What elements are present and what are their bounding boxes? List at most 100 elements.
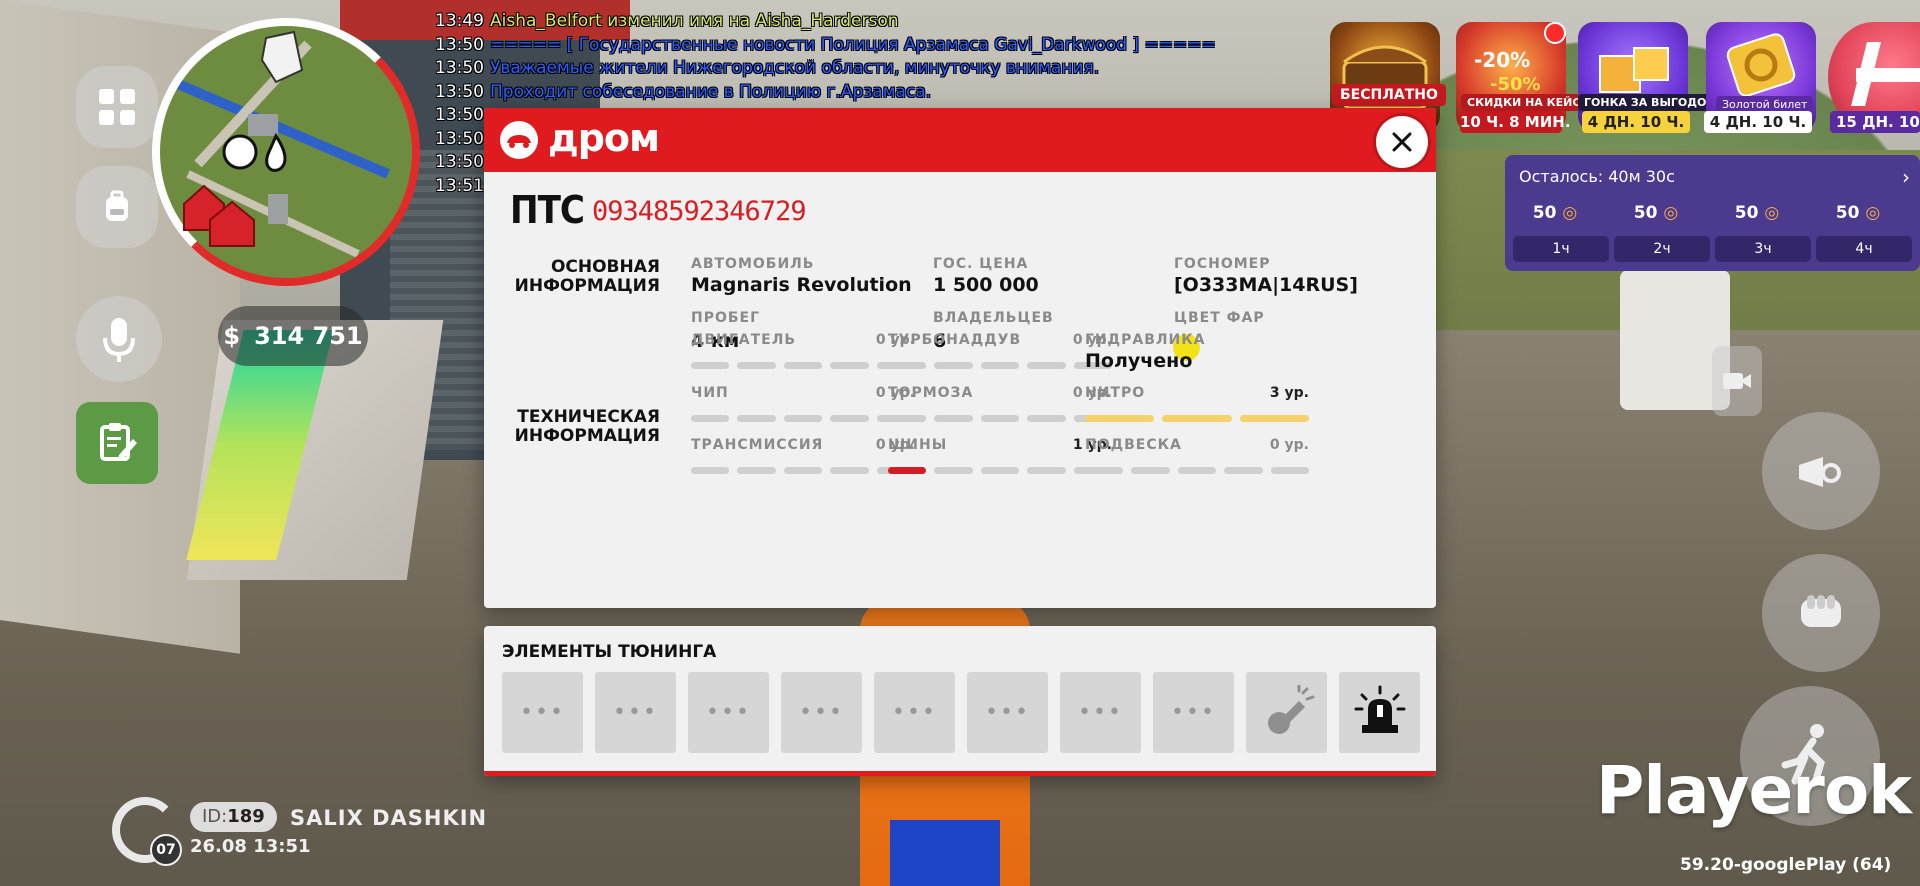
level-bar-segment <box>1224 467 1263 474</box>
chat-timestamp: 13:50 <box>435 152 484 172</box>
tech-level-bars <box>1085 467 1310 474</box>
chat-timestamp: 13:50 <box>435 105 484 125</box>
document-number: 09348592346729 <box>592 196 807 227</box>
rewards-timer: Осталось: 40м 30с <box>1519 167 1675 186</box>
level-bar-segment <box>783 362 823 369</box>
player-level-badge: 07 <box>150 834 182 866</box>
inventory-button[interactable] <box>76 166 158 248</box>
tech-level-bars <box>691 415 916 422</box>
drom-logo-icon <box>500 121 538 159</box>
reward-slot: 3ч <box>1715 236 1811 262</box>
owners-label: ВЛАДЕЛЬЦЕВ <box>933 310 1054 326</box>
coin-icon: ◎ <box>1865 203 1881 223</box>
version-label: 59.20-googlePlay (64) <box>1680 855 1892 875</box>
tech-field-label: ПОДВЕСКА <box>1085 437 1182 453</box>
tasks-button[interactable] <box>76 402 158 484</box>
tuning-slot[interactable]: ••• <box>967 672 1048 753</box>
grid-menu-icon <box>99 89 135 125</box>
horn-action-button[interactable] <box>1762 412 1880 530</box>
reward-value: 50 ◎ <box>1633 203 1679 223</box>
money-symbol: $ <box>223 322 241 350</box>
chat-line: 13:50 ===== [ Государственные новости Пол… <box>435 34 1235 58</box>
level-bar-segment <box>888 415 927 422</box>
more-dots-icon: ••• <box>985 700 1030 725</box>
gov-price-value: 1 500 000 <box>933 274 1039 296</box>
close-icon <box>1392 132 1412 152</box>
level-bar-segment <box>1085 415 1155 422</box>
tuning-slot[interactable]: ••• <box>1060 672 1141 753</box>
tech-level-text: 3 ур. <box>1269 385 1309 401</box>
menu-button[interactable] <box>76 66 158 148</box>
tech-level-bars <box>888 362 1113 369</box>
tech-field-value: Получено <box>1085 350 1193 372</box>
tuning-elements-panel: ЭЛЕМЕНТЫ ТЮНИНГА ••• ••• ••• ••• ••• ••• ••• ••… <box>484 626 1436 776</box>
more-dots-icon: ••• <box>613 700 658 725</box>
chat-timestamp: 13:50 <box>435 34 484 55</box>
level-bar-segment <box>737 362 776 369</box>
heading-line: ОСНОВНАЯ <box>550 257 660 277</box>
level-bar-segment <box>888 467 927 474</box>
level-bar-segment <box>691 467 730 474</box>
more-dots-icon: ••• <box>892 700 937 725</box>
tech-field-label: ТРАНСМИССИЯ <box>691 437 824 453</box>
level-bar-segment <box>934 362 973 369</box>
tech-field-label: ТОРМОЗА <box>888 385 974 401</box>
clipboard-edit-icon <box>100 423 137 461</box>
player-legs <box>890 820 1000 886</box>
level-bar-segment <box>783 415 823 422</box>
chevron-right-icon[interactable]: › <box>1902 161 1910 193</box>
level-bar-segment <box>980 467 1020 474</box>
more-dots-icon: ••• <box>1078 700 1123 725</box>
level-bar-segment <box>1162 415 1232 422</box>
video-camera-icon <box>1723 373 1751 389</box>
tuning-slot[interactable] <box>1246 672 1327 753</box>
microphone-icon <box>103 318 135 362</box>
level-bar-segment <box>1270 467 1310 474</box>
tuning-slot[interactable]: ••• <box>595 672 676 753</box>
close-button[interactable] <box>1376 116 1428 168</box>
chat-timestamp: 13:49 <box>435 11 484 31</box>
heading-line: ИНФОРМАЦИЯ <box>514 276 660 296</box>
level-bar-segment <box>830 415 869 422</box>
houses-icon <box>183 184 255 247</box>
promo-plus-timer: 15 ДН. 10 <box>1830 111 1920 133</box>
tuning-slot[interactable]: ••• <box>502 672 583 753</box>
player-name: SALIX DASHKIN <box>290 806 488 830</box>
tuning-slot[interactable] <box>1339 672 1420 753</box>
camera-toggle-button[interactable] <box>1712 346 1762 416</box>
tech-level-bars <box>691 362 916 369</box>
chat-line: 13:50 Уважаемые жители Нижегородской обла… <box>435 57 1235 81</box>
punch-button[interactable] <box>1762 554 1880 672</box>
backpack-icon <box>106 190 128 221</box>
level-bar-segment <box>737 467 776 474</box>
tech-field-label: ГИДРАВЛИКА <box>1085 332 1206 348</box>
mileage-label: ПРОБЕГ <box>691 310 761 326</box>
player-id-prefix: ID: <box>202 806 228 827</box>
level-bar-segment <box>1177 467 1217 474</box>
level-bar-segment <box>1239 415 1309 422</box>
promo-gift-race-label: ГОНКА ЗА ВЫГОДОЙ <box>1578 94 1722 111</box>
tuning-slot[interactable]: ••• <box>781 672 862 753</box>
heading-line: ИНФОРМАЦИЯ <box>514 426 660 446</box>
reward-value: 50 ◎ <box>1835 203 1881 223</box>
svg-text:-20%: -20% <box>1474 48 1530 72</box>
headlight-color-label: ЦВЕТ ФАР <box>1174 310 1265 326</box>
level-bar-segment <box>783 467 823 474</box>
svg-text:-50%: -50% <box>1490 74 1541 95</box>
plate-label: ГОСНОМЕР <box>1174 256 1271 272</box>
chat-message: ===== [ Государственные новости Полиция … <box>490 34 1216 55</box>
level-bar-segment <box>691 415 730 422</box>
voice-chat-button[interactable] <box>76 296 162 382</box>
tuning-accent-bar <box>484 771 1436 776</box>
tuning-slot[interactable]: ••• <box>874 672 955 753</box>
document-title: ПТС <box>510 188 585 232</box>
tuning-slot[interactable]: ••• <box>1153 672 1234 753</box>
vehicle-passport-modal: дром ПТС 09348592346729 ОСНОВНАЯ ИНФОРМА… <box>484 108 1436 608</box>
chat-timestamp: 13:50 <box>435 58 484 78</box>
promo-golden-ticket-timer: 4 ДН. 10 Ч. <box>1704 111 1812 133</box>
level-bar-segment <box>830 467 869 474</box>
playtime-rewards-panel[interactable]: Осталось: 40м 30с › 50 ◎ 50 ◎ 50 ◎ 50 ◎ … <box>1505 155 1920 271</box>
tuning-slot[interactable]: ••• <box>688 672 769 753</box>
money-amount: 314 751 <box>254 322 363 350</box>
level-bar-segment <box>1027 362 1066 369</box>
